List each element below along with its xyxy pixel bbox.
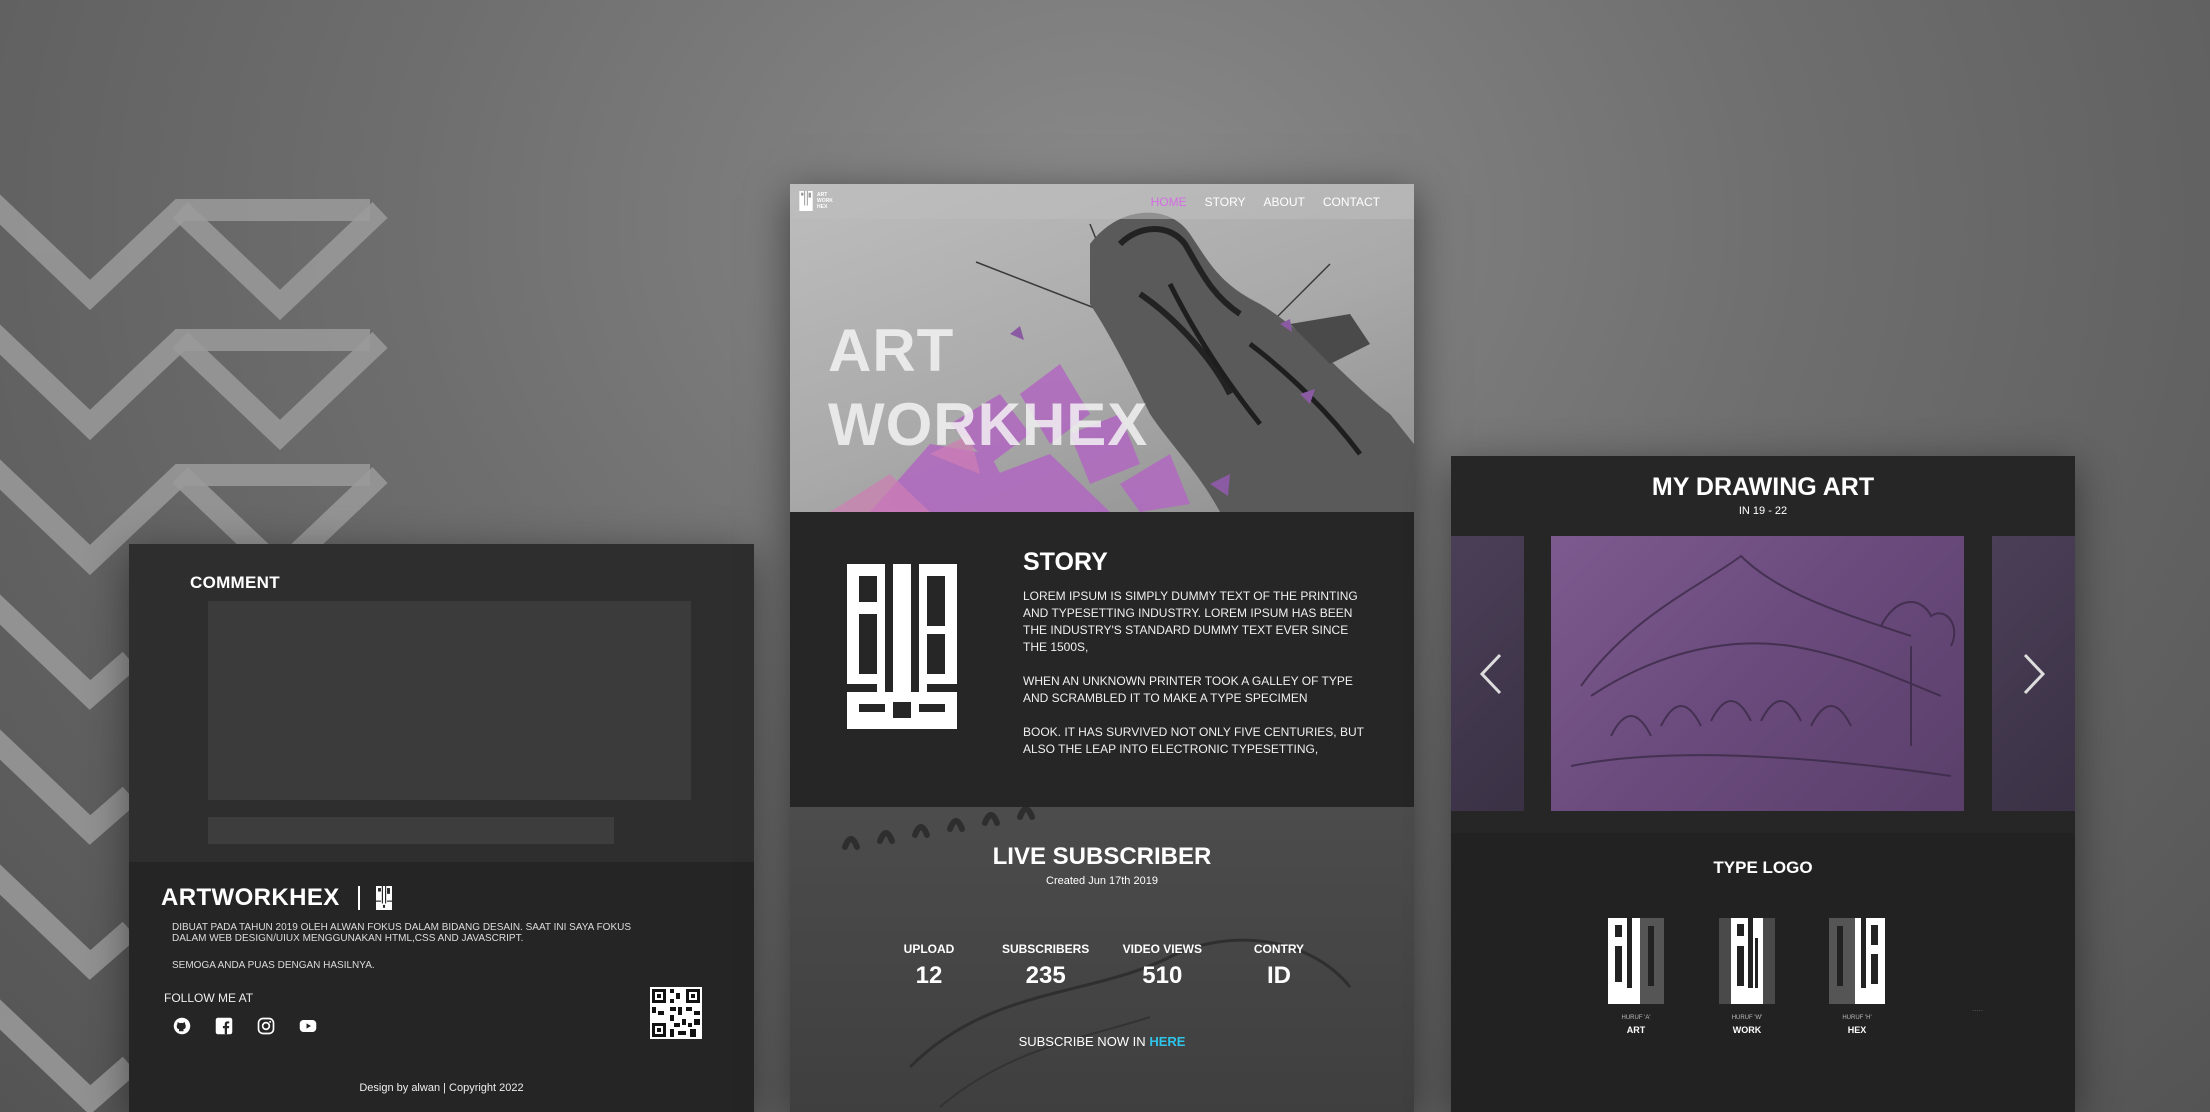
chevron-right-icon[interactable] <box>2019 651 2049 697</box>
follow-label: FOLLOW ME AT <box>164 991 254 1005</box>
comment-textarea[interactable] <box>208 601 691 800</box>
footer-brand-name: ARTWORKHEX <box>161 884 340 911</box>
drawing-carousel <box>1451 536 2075 811</box>
youtube-icon[interactable] <box>298 1016 318 1036</box>
artworkhex-logo-icon <box>847 564 957 729</box>
story-section: STORY LOREM IPSUM IS SIMPLY DUMMY TEXT O… <box>790 512 1414 807</box>
live-created-date: Created Jun 17th 2019 <box>1046 875 1158 887</box>
hero-title-line2: WORKHEX <box>828 391 1149 458</box>
letter-w-logo-icon <box>1719 918 1775 1004</box>
comment-submit-bar[interactable] <box>208 817 614 844</box>
brand-divider <box>357 886 360 910</box>
artworkhex-logo-icon <box>799 191 813 211</box>
subscribe-text: SUBSCRIBE NOW IN <box>1018 1034 1146 1049</box>
gallery-title: MY DRAWING ART <box>1651 473 1875 501</box>
letter-h-logo-icon <box>1829 918 1885 1004</box>
type-logo-caption: HURUF 'A' <box>1621 1015 1651 1021</box>
type-logo-caption: HURUF 'W' <box>1731 1015 1763 1021</box>
github-icon[interactable] <box>172 1016 192 1036</box>
hero-section: ART WORK HEX HOME STORY ABOUT CONTACT AR… <box>790 184 1414 512</box>
artworkhex-logo-icon <box>375 886 392 910</box>
comment-section: COMMENT <box>129 544 754 862</box>
nav-about[interactable]: ABOUT <box>1264 195 1305 209</box>
copyright-text: Design by alwan | Copyright 2022 <box>359 1082 524 1094</box>
building-sketch-image <box>1570 554 1956 777</box>
type-logo-name: HEX <box>1847 1025 1867 1035</box>
type-logo-title: TYPE LOGO <box>1713 858 1813 877</box>
stat-upload: UPLOAD 12 <box>903 942 955 989</box>
nav-home[interactable]: HOME <box>1151 195 1187 209</box>
footer-description: DIBUAT PADA TAHUN 2019 OLEH ALWAN FOKUS … <box>172 922 632 944</box>
carousel-current-slide[interactable] <box>1551 536 1964 811</box>
subscribe-cta: SUBSCRIBE NOW IN HERE <box>790 1034 1414 1049</box>
landing-page-panel: ART WORK HEX HOME STORY ABOUT CONTACT AR… <box>790 184 1414 1112</box>
comment-footer-panel: COMMENT ARTWORKHEX DIBUAT PADA TAHUN 201… <box>129 544 754 1112</box>
stat-video-views: VIDEO VIEWS 510 <box>1122 942 1202 989</box>
stat-country: CONTRY ID <box>1253 942 1305 989</box>
story-paragraph-2: WHEN AN UNKNOWN PRINTER TOOK A GALLEY OF… <box>1023 674 1353 705</box>
footer-brand: ARTWORKHEX <box>161 884 392 912</box>
type-logo-caption: HURUF 'H' <box>1842 1015 1872 1021</box>
channel-stats: UPLOAD 12 SUBSCRIBERS 235 VIDEO VIEWS 51… <box>874 942 1334 990</box>
qr-code <box>650 987 702 1039</box>
footer-note: SEMOGA ANDA PUAS DENGAN HASILNYA. <box>172 960 375 971</box>
facebook-icon[interactable] <box>214 1016 234 1036</box>
story-paragraph-1: LOREM IPSUM IS SIMPLY DUMMY TEXT OF THE … <box>1023 589 1358 654</box>
nav-story[interactable]: STORY <box>1205 195 1246 209</box>
site-footer: ARTWORKHEX DIBUAT PADA TAHUN 2019 OLEH A… <box>129 862 754 1112</box>
type-logo-name: WORK <box>1732 1025 1762 1035</box>
chevron-left-icon[interactable] <box>1476 651 1506 697</box>
hero-title: ART WORKHEX <box>828 314 1148 462</box>
nav-contact[interactable]: CONTACT <box>1323 195 1380 209</box>
type-logo-item-a: HURUF 'A' ART <box>1596 918 1676 1035</box>
more-indicator: ..... <box>1972 1004 1984 1013</box>
top-navbar: ART WORK HEX HOME STORY ABOUT CONTACT <box>790 184 1414 219</box>
type-logo-item-h: HURUF 'H' HEX <box>1817 918 1897 1035</box>
story-paragraph-3: BOOK. IT HAS SURVIVED NOT ONLY FIVE CENT… <box>1023 725 1364 756</box>
live-subscriber-title: LIVE SUBSCRIBER <box>992 843 1212 870</box>
stat-subscribers: SUBSCRIBERS 235 <box>1001 942 1090 989</box>
live-subscriber-section: LIVE SUBSCRIBER Created Jun 17th 2019 UP… <box>790 807 1414 1112</box>
type-logo-name: ART <box>1626 1025 1646 1035</box>
story-title: STORY <box>1023 548 1108 576</box>
nav-logo[interactable]: ART WORK HEX <box>799 191 833 211</box>
nav-links: HOME STORY ABOUT CONTACT <box>1151 184 1380 219</box>
story-text: LOREM IPSUM IS SIMPLY DUMMY TEXT OF THE … <box>1023 588 1373 775</box>
type-logo-item-w: HURUF 'W' WORK <box>1707 918 1787 1035</box>
nav-logo-text: ART WORK HEX <box>817 192 833 210</box>
comment-title: COMMENT <box>190 573 280 592</box>
gallery-subtitle: IN 19 - 22 <box>1738 505 1788 517</box>
letter-a-logo-icon <box>1608 918 1664 1004</box>
type-logo-section: TYPE LOGO HURUF 'A' ART HURUF 'W' WORK H… <box>1451 833 2075 1112</box>
instagram-icon[interactable] <box>256 1016 276 1036</box>
subscribe-here-link[interactable]: HERE <box>1149 1034 1185 1049</box>
social-links <box>172 1016 318 1036</box>
gallery-panel: MY DRAWING ART IN 19 - 22 TYPE LOGO HURU… <box>1451 456 2075 1112</box>
hero-title-line1: ART <box>828 317 955 384</box>
